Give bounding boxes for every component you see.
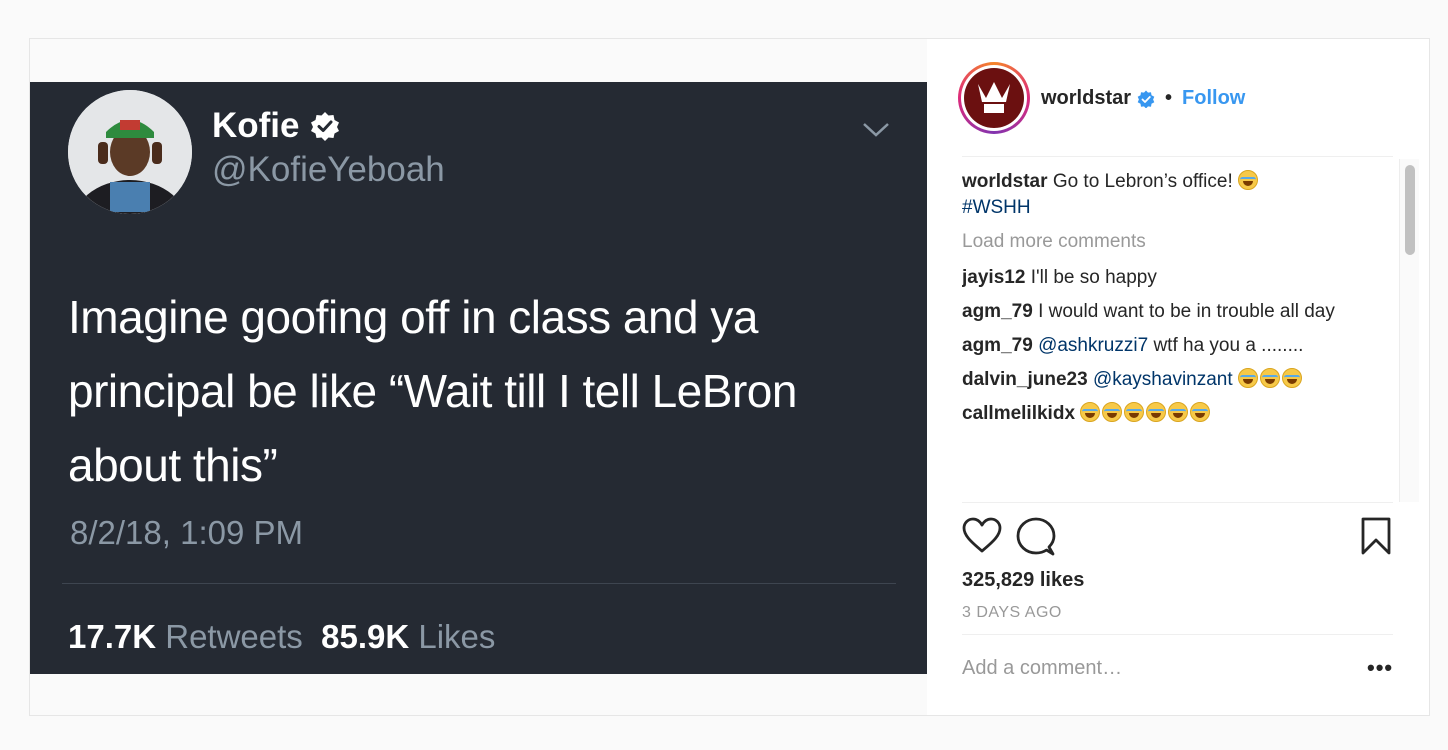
face-with-tears-of-joy-emoji xyxy=(1237,368,1258,388)
header-separator: • xyxy=(1165,87,1173,109)
add-comment-input[interactable] xyxy=(962,657,1352,680)
post-sidebar: worldstar • Follow worldstar Go to Lebro… xyxy=(927,39,1429,715)
profile-avatar[interactable] xyxy=(958,62,1030,134)
face-with-tears-of-joy-emoji xyxy=(1102,402,1123,422)
face-with-tears-of-joy-emoji xyxy=(1238,170,1259,190)
face-with-tears-of-joy-emoji xyxy=(1080,402,1101,422)
tweet-author-name-text: Kofie xyxy=(212,106,300,145)
comment-username[interactable]: callmelilkidx xyxy=(962,403,1075,424)
tweet-avatar xyxy=(68,90,192,214)
face-with-tears-of-joy-emoji xyxy=(1259,368,1280,388)
comment-item: jayis12 I'll be so happy xyxy=(962,265,1392,291)
caption-text: Go to Lebron’s office! xyxy=(1052,171,1233,192)
comment-item: agm_79 @ashkruzzi7 wtf ha you a ........ xyxy=(962,333,1392,359)
comment-username[interactable]: dalvin_june23 xyxy=(962,369,1088,390)
tweet-likes-label: Likes xyxy=(418,618,496,655)
tweet-likes-count: 85.9K xyxy=(321,618,410,655)
retweets-label: Retweets xyxy=(165,618,303,655)
follow-button[interactable]: Follow xyxy=(1182,87,1245,110)
comment-mention[interactable]: @kayshavinzant xyxy=(1093,369,1233,390)
post-media: Kofie @KofieYeboah Imagine goofing off i… xyxy=(30,39,927,715)
worldstar-logo-icon xyxy=(964,68,1024,128)
caption-username[interactable]: worldstar xyxy=(962,171,1048,192)
comment-item: callmelilkidx xyxy=(962,401,1392,427)
tweet-author-name: Kofie xyxy=(212,106,340,146)
header-divider xyxy=(962,156,1393,157)
comment-username[interactable]: jayis12 xyxy=(962,267,1025,288)
face-with-tears-of-joy-emoji xyxy=(1190,402,1211,422)
instagram-post: Kofie @KofieYeboah Imagine goofing off i… xyxy=(29,38,1430,716)
comments-scrollbar[interactable] xyxy=(1399,159,1419,502)
emoji-group xyxy=(1080,402,1212,424)
comment-username[interactable]: agm_79 xyxy=(962,301,1033,322)
comment-item: agm_79 I would want to be in trouble all… xyxy=(962,299,1392,325)
chevron-down-icon[interactable] xyxy=(862,120,890,140)
verified-badge-icon xyxy=(1137,90,1155,108)
header-username[interactable]: worldstar xyxy=(1041,87,1131,110)
face-with-tears-of-joy-emoji xyxy=(1146,402,1167,422)
comment-mention[interactable]: @ashkruzzi7 xyxy=(1038,335,1148,356)
comment-text: I would want to be in trouble all day xyxy=(1038,301,1335,322)
face-with-tears-of-joy-emoji xyxy=(1168,402,1189,422)
more-options-button[interactable]: ••• xyxy=(1367,655,1393,681)
caption: worldstar Go to Lebron’s office! #WSHH xyxy=(962,169,1392,221)
tweet-text: Imagine goofing off in class and ya prin… xyxy=(68,291,797,491)
scrollbar-thumb[interactable] xyxy=(1405,165,1415,255)
caption-hashtag[interactable]: #WSHH xyxy=(962,197,1031,218)
comments-list: worldstar Go to Lebron’s office! #WSHH L… xyxy=(962,169,1392,502)
comment-text: I'll be so happy xyxy=(1030,267,1157,288)
retweets-count: 17.7K xyxy=(68,618,157,655)
tweet-stats: 17.7K Retweets 85.9K Likes xyxy=(68,618,495,656)
post-time-ago[interactable]: 3 DAYS AGO xyxy=(962,604,1062,622)
face-with-tears-of-joy-emoji xyxy=(1124,402,1145,422)
comment-text: wtf ha you a ........ xyxy=(1153,335,1304,356)
comment-username[interactable]: agm_79 xyxy=(962,335,1033,356)
comment-icon[interactable] xyxy=(1016,517,1056,557)
tweet-timestamp: 8/2/18, 1:09 PM xyxy=(70,514,303,551)
tweet-divider xyxy=(62,583,896,584)
emoji-group xyxy=(1237,368,1304,390)
actions-divider xyxy=(962,502,1393,503)
heart-icon[interactable] xyxy=(962,517,1002,557)
likes-count[interactable]: 325,829 likes xyxy=(962,569,1084,592)
action-bar xyxy=(962,517,1393,557)
tweet-handle: @KofieYeboah xyxy=(212,150,445,189)
load-more-comments-button[interactable]: Load more comments xyxy=(962,229,1392,255)
comment-item: dalvin_june23 @kayshavinzant xyxy=(962,367,1392,393)
post-header: worldstar • Follow xyxy=(1041,87,1245,110)
profile-avatar-frame xyxy=(961,65,1027,131)
face-with-tears-of-joy-emoji xyxy=(1281,368,1302,388)
tweet-screenshot: Kofie @KofieYeboah Imagine goofing off i… xyxy=(30,82,927,674)
add-comment-divider xyxy=(962,634,1393,635)
verified-badge-icon xyxy=(310,112,339,141)
bookmark-icon[interactable] xyxy=(1359,517,1399,557)
